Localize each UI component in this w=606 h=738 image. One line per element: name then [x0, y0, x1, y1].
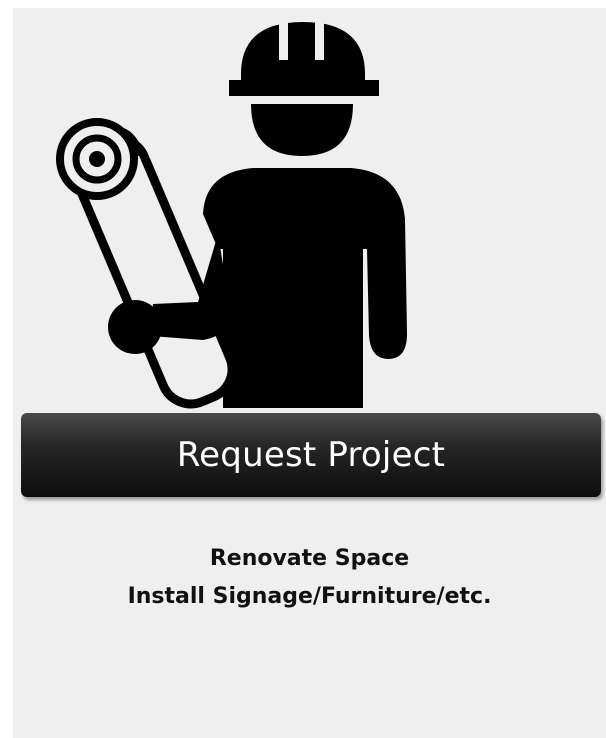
request-project-button[interactable]: Request Project: [21, 413, 601, 497]
construction-worker-icon: [56, 22, 407, 409]
request-project-card[interactable]: Request Project Renovate Space Install S…: [13, 8, 606, 738]
request-project-button-label: Request Project: [176, 435, 446, 475]
description-line-renovate: Renovate Space: [209, 546, 410, 571]
project-description: Renovate Space Install Signage/Furniture…: [13, 540, 606, 616]
description-line-install: Install Signage/Furniture/etc.: [127, 584, 492, 609]
